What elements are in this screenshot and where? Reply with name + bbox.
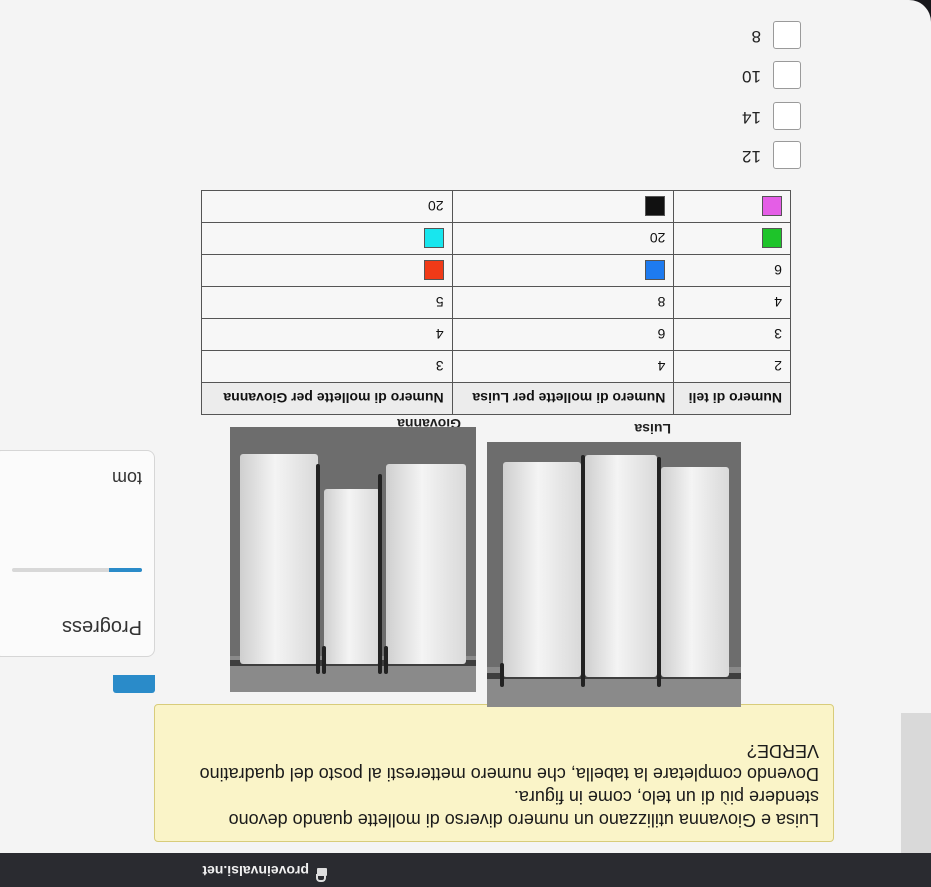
table-cell: 4 bbox=[201, 318, 453, 351]
question-line: Luisa e Giovanna utilizzano un numero di… bbox=[228, 810, 819, 830]
question-line: Dovendo completare la tabella, che numer… bbox=[199, 764, 819, 784]
side-panel-edge bbox=[901, 713, 931, 853]
cloth bbox=[661, 467, 729, 677]
question-text-box: Luisa e Giovanna utilizzano un numero di… bbox=[154, 704, 834, 842]
cloth bbox=[324, 489, 380, 664]
answer-label[interactable]: 8 bbox=[752, 26, 761, 46]
table-row: 485 bbox=[201, 286, 791, 319]
answer-checkbox[interactable] bbox=[773, 21, 801, 49]
answer-label[interactable]: 12 bbox=[742, 146, 761, 166]
answer-label[interactable]: 10 bbox=[742, 66, 761, 86]
table-row: 243 bbox=[201, 350, 791, 383]
browser-toolbar: proveinvalsi.net bbox=[0, 853, 931, 887]
table-cell-placeholder bbox=[673, 222, 791, 255]
table-body: 2 4 3 3 6 4 4 8 5 6 20 20 bbox=[201, 190, 791, 383]
clothespin bbox=[378, 474, 382, 674]
clothespin bbox=[657, 457, 661, 687]
table-cell: 5 bbox=[201, 286, 453, 319]
table-cell: 8 bbox=[452, 286, 674, 319]
clothespin bbox=[322, 646, 326, 674]
table-header: Numero di mollette per Giovanna bbox=[201, 382, 453, 415]
cloth bbox=[386, 464, 466, 664]
table-cell-placeholder bbox=[201, 222, 453, 255]
table-cell: 20 bbox=[201, 190, 453, 223]
table-cell-placeholder bbox=[201, 254, 453, 287]
cloth bbox=[585, 455, 657, 677]
table-row: 20 bbox=[201, 190, 791, 223]
table-cell: 4 bbox=[452, 350, 674, 383]
table-cell-placeholder bbox=[673, 190, 791, 223]
progress-bar bbox=[12, 568, 142, 572]
clothespin bbox=[500, 663, 504, 687]
data-table: Numero di teli Numero di mollette per Lu… bbox=[201, 190, 791, 415]
progress-sublabel: tom bbox=[111, 468, 142, 488]
answer-label[interactable]: 14 bbox=[742, 107, 761, 127]
table-cell-placeholder bbox=[452, 190, 674, 223]
cloth bbox=[503, 462, 581, 677]
table-row: 20 bbox=[201, 222, 791, 255]
progress-tab[interactable] bbox=[113, 675, 155, 693]
answer-checkbox[interactable] bbox=[773, 102, 801, 130]
progress-label: Progress bbox=[61, 616, 142, 638]
magenta-square bbox=[762, 196, 782, 217]
progress-panel: Progress tom bbox=[0, 450, 155, 657]
progress-fill bbox=[109, 568, 142, 572]
table-header: Numero di teli bbox=[673, 382, 791, 415]
cyan-square bbox=[423, 228, 444, 249]
photo-giovanna bbox=[487, 442, 741, 707]
table-cell: 6 bbox=[673, 254, 791, 287]
table-header-row: Numero di teli Numero di mollette per Lu… bbox=[201, 382, 791, 415]
table-cell: 2 bbox=[673, 350, 791, 383]
site-address[interactable]: proveinvalsi.net bbox=[202, 863, 309, 879]
question-line: VERDE? bbox=[746, 741, 819, 761]
rotated-screen: proveinvalsi.net Luisa e Giovanna utiliz… bbox=[0, 0, 931, 887]
table-cell: 6 bbox=[452, 318, 674, 351]
table-cell: 20 bbox=[452, 222, 674, 255]
cloth bbox=[240, 454, 318, 664]
lock-icon bbox=[317, 868, 327, 876]
table-cell-placeholder bbox=[452, 254, 674, 287]
table-row: 6 bbox=[201, 254, 791, 287]
green-square bbox=[762, 228, 782, 249]
blue-square bbox=[645, 260, 666, 281]
red-square bbox=[423, 260, 444, 281]
black-square bbox=[645, 196, 666, 217]
table-cell: 3 bbox=[201, 350, 453, 383]
table-row: 364 bbox=[201, 318, 791, 351]
answer-checkbox[interactable] bbox=[773, 141, 801, 169]
clothespin bbox=[316, 464, 320, 674]
photo-luisa bbox=[230, 427, 476, 692]
table-cell: 3 bbox=[673, 318, 791, 351]
clothespin bbox=[581, 455, 585, 687]
table-cell: 4 bbox=[673, 286, 791, 319]
answer-checkbox[interactable] bbox=[773, 61, 801, 89]
photo-caption-luisa: Luisa bbox=[634, 421, 671, 437]
question-line: stendere più di un telo, come in figura. bbox=[513, 787, 819, 807]
clothespin bbox=[384, 646, 388, 674]
table-header: Numero di mollette per Luisa bbox=[452, 382, 674, 415]
